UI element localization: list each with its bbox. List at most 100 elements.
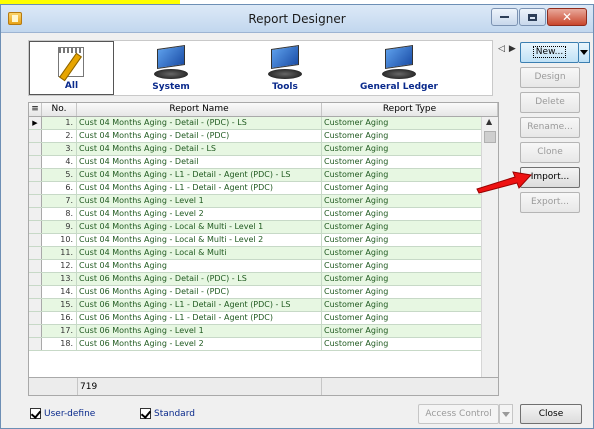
category-label: System xyxy=(152,82,190,92)
column-header-type[interactable]: Report Type xyxy=(322,103,498,116)
notepad-icon xyxy=(58,47,84,77)
cell-report-type: Customer Aging xyxy=(322,299,498,311)
cell-report-name: Cust 06 Months Aging - Level 1 xyxy=(77,325,322,337)
access-control-dropdown[interactable] xyxy=(499,404,513,424)
row-selector[interactable] xyxy=(29,143,42,155)
table-row[interactable]: ▶ 1. Cust 04 Months Aging - Detail - (PDC)… xyxy=(29,117,498,130)
cell-no: 8. xyxy=(42,208,77,220)
cell-report-name: Cust 04 Months Aging - L1 - Detail - Age… xyxy=(77,182,322,194)
row-selector[interactable] xyxy=(29,130,42,142)
cell-report-type: Customer Aging xyxy=(322,338,498,350)
current-row-indicator-icon[interactable]: ▶ xyxy=(29,117,42,129)
title-bar: Report Designer ✕ xyxy=(1,5,593,33)
cell-report-type: Customer Aging xyxy=(322,221,498,233)
cell-no: 13. xyxy=(42,273,77,285)
row-selector[interactable] xyxy=(29,208,42,220)
table-row[interactable]: 10. Cust 04 Months Aging - Local & Multi … xyxy=(29,234,498,247)
chevron-down-icon xyxy=(502,411,510,417)
user-define-checkbox[interactable]: User-define xyxy=(30,408,95,419)
monitor-icon xyxy=(152,45,190,81)
table-row[interactable]: 16. Cust 06 Months Aging - L1 - Detail - … xyxy=(29,312,498,325)
table-row[interactable]: 9. Cust 04 Months Aging - Local & Multi -… xyxy=(29,221,498,234)
table-row[interactable]: 12. Cust 04 Months Aging Customer Aging xyxy=(29,260,498,273)
cell-no: 14. xyxy=(42,286,77,298)
cell-report-name: Cust 04 Months Aging - Local & Multi - L… xyxy=(77,221,322,233)
cell-report-type: Customer Aging xyxy=(322,234,498,246)
column-header-name[interactable]: Report Name xyxy=(77,103,322,116)
category-all[interactable]: All xyxy=(29,41,114,95)
table-row[interactable]: 6. Cust 04 Months Aging - L1 - Detail - A… xyxy=(29,182,498,195)
export-button[interactable]: Export... xyxy=(520,192,580,213)
row-selector[interactable] xyxy=(29,286,42,298)
scroll-right-icon[interactable]: ▶ xyxy=(509,44,520,54)
table-row[interactable]: 7. Cust 04 Months Aging - Level 1 Customer… xyxy=(29,195,498,208)
new-dropdown-button[interactable] xyxy=(579,42,590,63)
row-selector-header[interactable]: ≡ xyxy=(29,103,42,116)
row-selector[interactable] xyxy=(29,299,42,311)
cell-report-name: Cust 04 Months Aging - Level 1 xyxy=(77,195,322,207)
table-row[interactable]: 11. Cust 04 Months Aging - Local & Multi C… xyxy=(29,247,498,260)
cell-report-type: Customer Aging xyxy=(322,286,498,298)
scrollbar-thumb[interactable] xyxy=(484,131,496,143)
category-bar: All System Tools General Ledger xyxy=(28,40,493,96)
rename-button[interactable]: Rename... xyxy=(520,117,580,138)
table-row[interactable]: 3. Cust 04 Months Aging - Detail - LS Cust… xyxy=(29,143,498,156)
category-label: Tools xyxy=(272,82,298,92)
delete-button[interactable]: Delete xyxy=(520,92,580,113)
standard-checkbox[interactable]: Standard xyxy=(140,408,195,419)
row-selector[interactable] xyxy=(29,195,42,207)
category-label: All xyxy=(64,81,79,91)
design-button[interactable]: Design xyxy=(520,67,580,88)
row-selector[interactable] xyxy=(29,312,42,324)
row-selector[interactable] xyxy=(29,273,42,285)
cell-report-type: Customer Aging xyxy=(322,117,498,129)
row-selector[interactable] xyxy=(29,169,42,181)
cell-no: 1. xyxy=(42,117,77,129)
checkbox-checked-icon xyxy=(140,408,151,419)
row-selector[interactable] xyxy=(29,325,42,337)
cell-no: 17. xyxy=(42,325,77,337)
vertical-scrollbar[interactable]: ▲ ▼ xyxy=(481,117,498,395)
table-row[interactable]: 17. Cust 06 Months Aging - Level 1 Custome… xyxy=(29,325,498,338)
grid-header: ≡ No. Report Name Report Type xyxy=(29,103,498,117)
close-button[interactable]: Close xyxy=(520,404,582,424)
row-selector[interactable] xyxy=(29,156,42,168)
cell-report-type: Customer Aging xyxy=(322,195,498,207)
row-selector[interactable] xyxy=(29,338,42,350)
close-window-button[interactable]: ✕ xyxy=(547,8,587,26)
table-row[interactable]: 2. Cust 04 Months Aging - Detail - (PDC) C… xyxy=(29,130,498,143)
clone-button[interactable]: Clone xyxy=(520,142,580,163)
category-tools[interactable]: Tools xyxy=(228,41,342,95)
category-scroll-arrows[interactable]: ◁▶ xyxy=(498,44,520,54)
maximize-button[interactable] xyxy=(519,8,546,26)
monitor-icon xyxy=(266,45,304,81)
table-row[interactable]: 4. Cust 04 Months Aging - Detail Customer … xyxy=(29,156,498,169)
cell-no: 15. xyxy=(42,299,77,311)
report-designer-window: Report Designer ✕ All System Tools Gener… xyxy=(0,4,594,429)
scroll-left-icon[interactable]: ◁ xyxy=(498,44,509,54)
table-row[interactable]: 18. Cust 06 Months Aging - Level 2 Custome… xyxy=(29,338,498,351)
table-row[interactable]: 5. Cust 04 Months Aging - L1 - Detail - A… xyxy=(29,169,498,182)
category-system[interactable]: System xyxy=(114,41,228,95)
grid-footer: 719 xyxy=(29,377,498,395)
scroll-up-icon[interactable]: ▲ xyxy=(486,117,492,126)
minimize-button[interactable] xyxy=(491,8,518,26)
cell-no: 5. xyxy=(42,169,77,181)
row-selector[interactable] xyxy=(29,260,42,272)
access-control-button[interactable]: Access Control xyxy=(418,404,499,424)
report-grid[interactable]: ≡ No. Report Name Report Type ▶ 1. Cust 04… xyxy=(28,102,499,396)
category-general-ledger[interactable]: General Ledger xyxy=(342,41,456,95)
row-selector[interactable] xyxy=(29,247,42,259)
table-row[interactable]: 14. Cust 06 Months Aging - Detail - (PDC)… xyxy=(29,286,498,299)
cell-report-name: Cust 06 Months Aging - Detail - (PDC) xyxy=(77,286,322,298)
table-row[interactable]: 15. Cust 06 Months Aging - L1 - Detail - … xyxy=(29,299,498,312)
row-selector[interactable] xyxy=(29,221,42,233)
new-button[interactable]: New... xyxy=(520,42,579,63)
cell-no: 18. xyxy=(42,338,77,350)
row-selector[interactable] xyxy=(29,234,42,246)
column-header-no[interactable]: No. xyxy=(42,103,77,116)
table-row[interactable]: 13. Cust 06 Months Aging - Detail - (PDC)… xyxy=(29,273,498,286)
cell-report-type: Customer Aging xyxy=(322,169,498,181)
table-row[interactable]: 8. Cust 04 Months Aging - Level 2 Customer… xyxy=(29,208,498,221)
row-selector[interactable] xyxy=(29,182,42,194)
